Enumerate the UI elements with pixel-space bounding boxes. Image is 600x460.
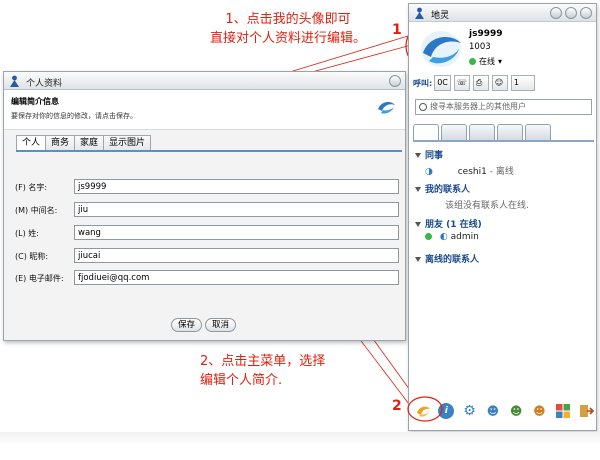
group-label: 同事 xyxy=(425,151,444,161)
tab-underline xyxy=(16,150,402,152)
dialog-header-title: 编辑简介信息 xyxy=(11,97,59,106)
last-name-field[interactable]: wang xyxy=(74,225,399,240)
callout-2-line-2: 编辑个人简介. xyxy=(200,373,283,388)
nickname-field[interactable]: jiucai xyxy=(74,248,399,263)
message-count: 1 xyxy=(513,78,519,87)
phone-icon[interactable]: ☏ xyxy=(453,75,470,91)
tab-business[interactable]: 商务 xyxy=(45,135,76,150)
middle-name-label: (M) 中间名: xyxy=(15,206,58,215)
contact-ceshi1[interactable]: ◑ ceshi1 - 离线 xyxy=(425,164,514,177)
expand-triangle-icon xyxy=(415,153,421,158)
category-underline xyxy=(413,140,594,142)
person-icon xyxy=(415,7,424,19)
search-icon xyxy=(419,103,427,111)
gear-icon[interactable]: ⚙ xyxy=(462,403,478,419)
user-id: 1003 xyxy=(469,42,491,52)
status-label: 在线 xyxy=(479,57,495,66)
message-count-button[interactable]: 1 xyxy=(510,75,535,91)
tab-history[interactable] xyxy=(525,124,551,140)
tab-personal[interactable]: 个人 xyxy=(16,135,47,151)
email-label: (E) 电子邮件: xyxy=(15,274,64,283)
close-button[interactable] xyxy=(580,7,592,19)
window-shadow xyxy=(0,432,600,446)
group-label: 朋友 (1 在线) xyxy=(425,220,482,230)
printer-icon[interactable]: ⎙ xyxy=(472,75,489,91)
person-icon xyxy=(10,75,19,87)
user-star-icon[interactable]: ☻ xyxy=(531,403,547,419)
minimize-button[interactable] xyxy=(550,7,562,19)
chevron-down-icon: ▾ xyxy=(498,57,503,66)
apps-grid-icon[interactable] xyxy=(555,403,571,419)
user-search-input[interactable]: 搜寻本服务器上的其他用户 xyxy=(415,99,592,115)
call-number-field[interactable]: 0C xyxy=(434,75,451,91)
contact-admin[interactable]: ◐ admin xyxy=(425,232,479,242)
online-status-icon xyxy=(469,58,476,65)
tab-groups[interactable] xyxy=(497,124,523,140)
group-coworkers[interactable]: 同事 xyxy=(415,148,443,161)
email-field[interactable]: fjodiuei@qq.com xyxy=(74,270,399,285)
tab-conferences[interactable] xyxy=(441,124,467,140)
dialog-close-button[interactable] xyxy=(389,75,401,87)
status-selector[interactable]: 在线 ▾ xyxy=(469,56,502,67)
empty-group-message: 该组没有联系人在线. xyxy=(445,201,529,211)
group-label: 我的联系人 xyxy=(425,185,471,195)
last-name-label: (L) 姓: xyxy=(15,229,39,238)
expand-triangle-icon xyxy=(415,222,421,227)
contact-status-icon: ◑ xyxy=(425,167,433,177)
tab-grid[interactable] xyxy=(469,124,495,140)
avatar[interactable] xyxy=(415,29,467,69)
contact-avatar-icon: ◐ xyxy=(439,232,448,242)
users-icon[interactable]: ☺ xyxy=(491,75,508,91)
tab-display-picture[interactable]: 显示图片 xyxy=(103,135,152,150)
dialog-titlebar: 个人资料 xyxy=(4,72,405,90)
maximize-button[interactable] xyxy=(565,7,577,19)
first-name-field[interactable]: js9999 xyxy=(74,179,399,194)
first-name-label: (F) 名字: xyxy=(15,183,48,192)
username: js9999 xyxy=(469,29,503,39)
save-button[interactable]: 保存 xyxy=(171,318,203,332)
app-logo-icon xyxy=(376,97,396,117)
dialog-title: 个人资料 xyxy=(26,79,63,89)
nickname-label: (C) 昵称: xyxy=(15,252,49,261)
callout-2-line-1: 2、点击主菜单，选择 xyxy=(200,354,326,369)
middle-name-field[interactable]: jiu xyxy=(74,202,399,217)
toolbar: 呼叫: 0C ☏ ⎙ ☺ 1 xyxy=(413,74,592,92)
expand-triangle-icon xyxy=(415,187,421,192)
marker-2: 2 xyxy=(392,398,402,414)
add-contact-icon[interactable]: ☻ xyxy=(485,403,501,419)
group-users-icon[interactable]: ☻ xyxy=(508,403,524,419)
expand-triangle-icon xyxy=(415,257,421,262)
group-friends[interactable]: 朋友 (1 在线) xyxy=(415,217,482,230)
dialog-tabs: 个人 商务 家庭 显示图片 xyxy=(16,135,152,151)
group-offline[interactable]: 离线的联系人 xyxy=(415,252,479,265)
contact-status: - 离线 xyxy=(489,167,514,177)
exit-icon[interactable] xyxy=(578,403,594,419)
highlight-ring xyxy=(407,396,443,422)
callout-2: 2、点击主菜单，选择 编辑个人简介. xyxy=(200,352,400,390)
group-label: 离线的联系人 xyxy=(425,255,480,265)
main-window: 地灵 js9999 1003 在线 ▾ 呼叫: 0C ☏ ⎙ ☺ 1 搜寻本服务… xyxy=(408,3,597,431)
profile-dialog: 个人资料 编辑简介信息 要保存对你的信息的修改，请点击保存。 个人 商务 家庭 … xyxy=(3,71,406,341)
contact-name: ceshi1 xyxy=(457,167,487,177)
cancel-button[interactable]: 取消 xyxy=(205,318,237,332)
group-my-contacts[interactable]: 我的联系人 xyxy=(415,182,470,195)
contact-category-tabs xyxy=(413,124,553,140)
search-placeholder: 搜寻本服务器上的其他用户 xyxy=(430,102,526,111)
contact-name: admin xyxy=(450,232,479,242)
tab-home[interactable]: 家庭 xyxy=(74,135,105,150)
dialog-header-subtitle: 要保存对你的信息的修改，请点击保存。 xyxy=(11,112,137,120)
main-window-title: 地灵 xyxy=(431,11,450,21)
online-status-icon xyxy=(425,233,432,240)
main-titlebar: 地灵 xyxy=(409,4,596,22)
dialog-header: 编辑简介信息 要保存对你的信息的修改，请点击保存。 xyxy=(4,90,405,130)
tab-contacts[interactable] xyxy=(413,124,439,140)
call-label: 呼叫: xyxy=(413,78,433,88)
